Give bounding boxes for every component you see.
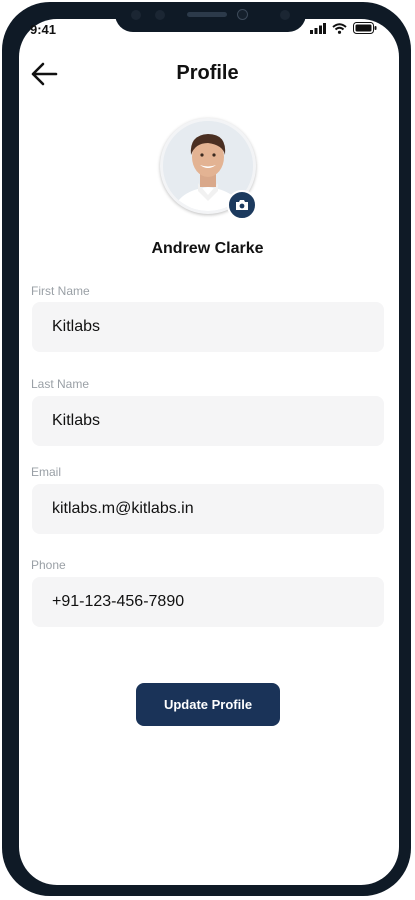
battery-icon — [353, 22, 377, 34]
wifi-icon — [332, 23, 347, 34]
status-icons — [310, 22, 377, 34]
camera-icon — [236, 200, 248, 210]
profile-name: Andrew Clarke — [151, 240, 264, 257]
email-label: Email — [31, 465, 62, 479]
last-name-label: Last Name — [31, 377, 90, 391]
phone-label: Phone — [31, 558, 66, 572]
status-time: 9:41 — [30, 22, 57, 37]
change-photo-button[interactable] — [227, 190, 257, 220]
last-name-field[interactable] — [32, 396, 384, 446]
avatar-container — [160, 118, 257, 220]
update-profile-button[interactable]: Update Profile — [136, 683, 280, 726]
page-title: Profile — [176, 62, 239, 84]
first-name-field[interactable] — [32, 302, 384, 352]
first-name-label: First Name — [31, 284, 90, 298]
phone-field[interactable] — [32, 577, 384, 627]
email-field[interactable] — [32, 484, 384, 534]
notch — [115, 2, 306, 32]
signal-icon — [310, 23, 326, 34]
